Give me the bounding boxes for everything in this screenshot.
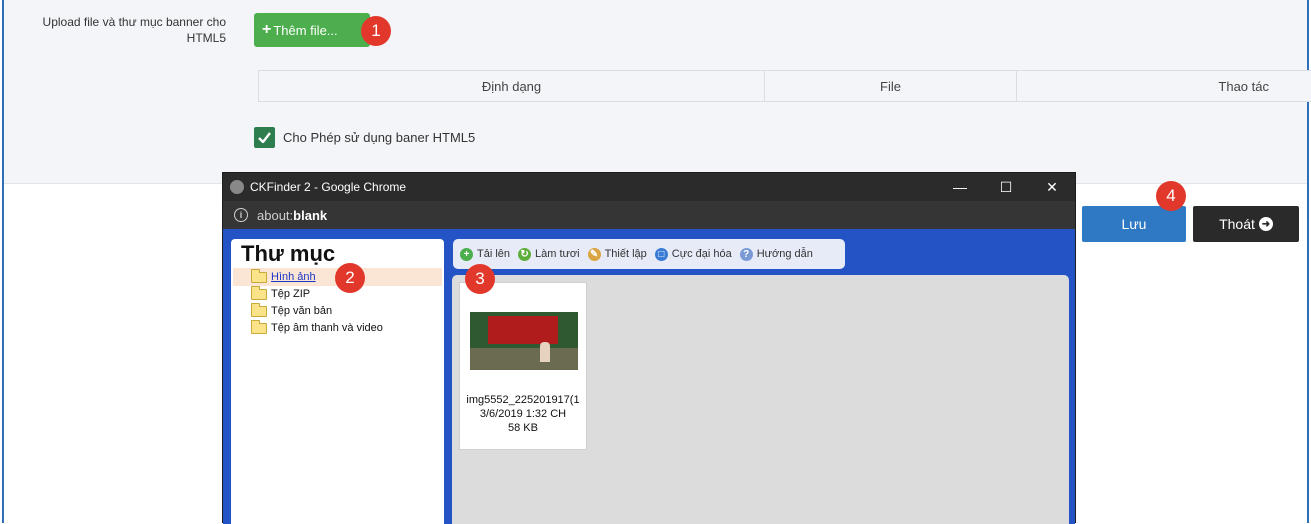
folder-item-documents[interactable]: Tệp văn bản — [251, 302, 333, 319]
upload-field-label: Upload file và thư mục banner cho HTML5 — [12, 14, 226, 46]
window-titlebar: CKFinder 2 - Google Chrome — ☐ ✕ — [223, 173, 1075, 201]
file-size: 58 KB — [508, 422, 538, 434]
ckfinder-popup-window: CKFinder 2 - Google Chrome — ☐ ✕ i about… — [222, 172, 1076, 524]
plus-icon: + — [262, 21, 272, 38]
folder-icon — [251, 268, 267, 283]
upload-form: Upload file và thư mục banner cho HTML5 … — [4, 0, 1311, 184]
wrench-icon: ✎ — [587, 247, 601, 261]
toolbar-maximize[interactable]: □ Cực đại hóa — [654, 247, 732, 261]
exit-button[interactable]: Thoát ➜ — [1193, 206, 1299, 242]
folder-label: Tệp văn bản — [271, 305, 333, 317]
folder-label: Tệp âm thanh và video — [271, 322, 383, 334]
add-file-label: Thêm file... — [273, 22, 338, 38]
file-list-pane: img5552_225201917(1 3/6/2019 1:32 CH 58 … — [452, 275, 1069, 524]
folder-label: Tệp ZIP — [271, 288, 311, 300]
step-badge-4: 4 — [1156, 181, 1186, 211]
toolbar-settings-label: Thiết lập — [604, 248, 647, 260]
info-icon[interactable]: i — [234, 208, 248, 222]
folder-item-zip[interactable]: Tệp ZIP — [251, 285, 311, 302]
allow-html5-checkbox-row[interactable]: Cho Phép sử dụng baner HTML5 — [254, 127, 475, 148]
arrow-right-circle-icon: ➜ — [1258, 217, 1273, 231]
ckfinder-toolbar: + Tải lên ↻ Làm tươi ✎ Thiết lập □ Cực đ… — [453, 239, 845, 269]
file-table-header: Định dạng File Thao tác — [258, 70, 1311, 102]
minimize-button[interactable]: — — [937, 173, 983, 201]
address-bar[interactable]: i about: blank — [223, 201, 1075, 229]
folder-item-images[interactable]: Hình ảnh — [251, 268, 316, 285]
folder-item-media[interactable]: Tệp âm thanh và video — [251, 319, 383, 336]
upload-label-line1: Upload file và thư mục banner cho — [42, 15, 226, 29]
thumbnail-stage — [470, 348, 578, 370]
exit-label: Thoát — [1219, 216, 1255, 232]
allow-html5-checkbox[interactable] — [254, 127, 275, 148]
allow-html5-label: Cho Phép sử dụng baner HTML5 — [283, 130, 476, 145]
toolbar-settings[interactable]: ✎ Thiết lập — [587, 247, 647, 261]
folder-icon — [251, 319, 267, 334]
upload-label-line2: HTML5 — [186, 31, 226, 45]
folder-icon — [251, 302, 267, 317]
folders-title: Thư mục — [241, 241, 336, 266]
column-actions: Thao tác — [1218, 78, 1269, 94]
url-prefix: about: — [257, 207, 294, 223]
save-button[interactable]: Lưu — [1082, 206, 1186, 242]
file-item[interactable]: img5552_225201917(1 3/6/2019 1:32 CH 58 … — [459, 282, 587, 450]
file-info: img5552_225201917(1 3/6/2019 1:32 CH 58 … — [460, 393, 586, 435]
upload-icon: + — [460, 247, 473, 261]
toolbar-help-label: Hướng dẫn — [756, 248, 813, 260]
checkmark-icon — [258, 132, 271, 143]
folder-label: Hình ảnh — [271, 271, 316, 283]
thumbnail-banner — [488, 316, 558, 344]
maximize-button[interactable]: ☐ — [983, 173, 1029, 201]
url-blank: blank — [293, 207, 328, 223]
toolbar-help[interactable]: ? Hướng dẫn — [739, 247, 813, 261]
toolbar-refresh[interactable]: ↻ Làm tươi — [518, 247, 580, 261]
maximize-icon: □ — [654, 247, 668, 261]
close-button[interactable]: ✕ — [1029, 173, 1075, 201]
step-badge-1: 1 — [361, 16, 391, 46]
thumbnail-person — [540, 342, 550, 362]
window-title: CKFinder 2 - Google Chrome — [250, 180, 407, 194]
toolbar-maximize-label: Cực đại hóa — [671, 248, 732, 260]
help-icon: ? — [739, 247, 753, 261]
file-date: 3/6/2019 1:32 CH — [479, 408, 567, 420]
refresh-icon: ↻ — [518, 247, 532, 261]
column-file: File — [765, 71, 1017, 101]
step-badge-2: 2 — [335, 263, 365, 293]
file-name: img5552_225201917(1 — [466, 394, 580, 406]
add-file-button[interactable]: + Thêm file... — [254, 13, 370, 47]
file-thumbnail — [470, 312, 578, 370]
toolbar-upload-label: Tải lên — [477, 248, 511, 260]
toolbar-upload[interactable]: + Tải lên — [460, 247, 511, 261]
step-badge-3: 3 — [465, 264, 495, 294]
folder-icon — [251, 285, 267, 300]
chrome-icon — [230, 180, 244, 194]
toolbar-refresh-label: Làm tươi — [535, 248, 580, 260]
column-format: Định dạng — [259, 71, 765, 101]
